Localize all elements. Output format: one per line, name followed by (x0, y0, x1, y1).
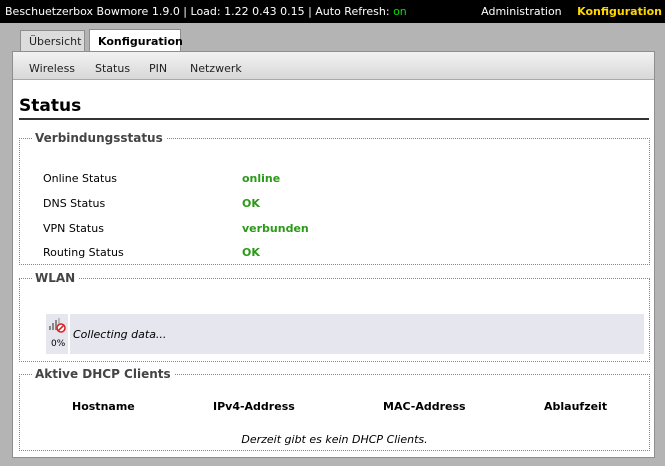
connection-status-legend: Verbindungsstatus (35, 131, 163, 145)
wlan-section: WLAN 0% Collecting data... (19, 271, 650, 362)
column-hostname: Hostname (72, 400, 135, 413)
auto-refresh-toggle[interactable]: on (393, 5, 407, 18)
dhcp-clients-legend: Aktive DHCP Clients (35, 367, 171, 381)
system-info-text: Beschuetzerbox Bowmore 1.9.0 | Load: 1.2… (5, 5, 394, 18)
sub-navigation: Wireless Status PIN Netzwerk (13, 52, 654, 80)
online-status-value: online (242, 172, 281, 185)
system-info: Beschuetzerbox Bowmore 1.9.0 | Load: 1.2… (5, 5, 407, 18)
subnav-pin[interactable]: PIN (149, 62, 167, 75)
title-divider (19, 118, 649, 120)
subnav-netzwerk[interactable]: Netzwerk (190, 62, 242, 75)
vpn-status-label: VPN Status (43, 222, 104, 235)
dhcp-clients-section: Aktive DHCP Clients Hostname IPv4-Addres… (19, 367, 650, 451)
wlan-message-box: Collecting data... (70, 314, 644, 354)
subnav-wireless[interactable]: Wireless (29, 62, 75, 75)
online-status-label: Online Status (43, 172, 118, 185)
page-title: Status (19, 96, 82, 116)
top-status-bar: Beschuetzerbox Bowmore 1.9.0 | Load: 1.2… (0, 0, 665, 23)
column-ablaufzeit: Ablaufzeit (544, 400, 608, 413)
main-panel: Wireless Status PIN Netzwerk Status Verb… (12, 51, 655, 458)
dns-status-label: DNS Status (43, 197, 106, 210)
tab-konfiguration[interactable]: Konfiguration (89, 29, 183, 52)
dns-status-value: OK (242, 197, 260, 210)
vpn-status-value: verbunden (242, 222, 309, 235)
dhcp-empty-message: Derzeit gibt es kein DHCP Clients. (241, 433, 428, 446)
connection-status-section: Verbindungsstatus Online Status online D… (19, 131, 650, 265)
subnav-status[interactable]: Status (95, 62, 130, 75)
no-network-icon (49, 318, 66, 333)
wlan-legend: WLAN (35, 271, 76, 285)
wlan-progress-percent: 0% (51, 339, 66, 349)
column-mac-address: MAC-Address (383, 400, 466, 413)
column-ipv4-address: IPv4-Address (213, 400, 295, 413)
routing-status-label: Routing Status (43, 246, 124, 259)
menu-konfiguration[interactable]: Konfiguration (577, 5, 662, 18)
tab-uebersicht[interactable]: Übersicht (20, 30, 85, 51)
wlan-message: Collecting data... (73, 328, 167, 341)
menu-administration[interactable]: Administration (481, 5, 562, 18)
routing-status-value: OK (242, 246, 260, 259)
wlan-progress-box: 0% (46, 314, 68, 354)
main-menu: Administration Konfiguration (469, 5, 662, 18)
